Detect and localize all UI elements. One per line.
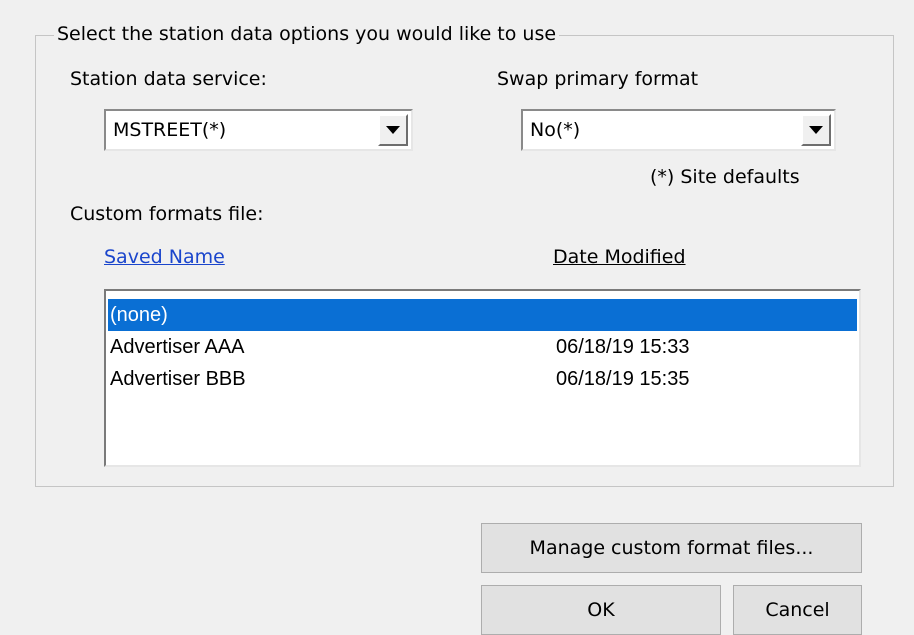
station-service-dropdown-button[interactable] [378, 114, 408, 146]
list-item[interactable]: Advertiser AAA 06/18/19 15:33 [108, 331, 857, 363]
chevron-down-icon [386, 125, 400, 134]
station-service-dropdown[interactable]: MSTREET(*) [104, 109, 413, 151]
station-service-value: MSTREET(*) [113, 119, 227, 141]
swap-format-value: No(*) [530, 119, 581, 141]
swap-format-dropdown-button[interactable] [801, 114, 831, 146]
custom-formats-label: Custom formats file: [70, 203, 264, 225]
swap-format-label: Swap primary format [497, 68, 699, 90]
list-item[interactable]: (none) [108, 299, 857, 331]
station-service-label: Station data service: [70, 68, 267, 90]
custom-formats-list[interactable]: (none) Advertiser AAA 06/18/19 15:33 Adv… [104, 289, 861, 467]
swap-format-dropdown[interactable]: No(*) [521, 109, 836, 151]
list-item-name: Advertiser BBB [110, 368, 246, 390]
list-item-date: 06/18/19 15:35 [556, 368, 690, 390]
groupbox-title: Select the station data options you woul… [54, 22, 560, 46]
chevron-down-icon [809, 125, 823, 134]
site-defaults-note: (*) Site defaults [650, 166, 800, 188]
manage-custom-format-files-button[interactable]: Manage custom format files... [481, 523, 862, 573]
list-item-name: Advertiser AAA [110, 336, 245, 358]
column-header-saved-name[interactable]: Saved Name [104, 244, 225, 270]
ok-button[interactable]: OK [481, 585, 721, 635]
list-item-name: (none) [110, 304, 168, 326]
list-item[interactable]: Advertiser BBB 06/18/19 15:35 [108, 363, 857, 395]
column-header-date-modified[interactable]: Date Modified [553, 244, 686, 270]
list-item-date: 06/18/19 15:33 [556, 336, 690, 358]
cancel-button[interactable]: Cancel [733, 585, 862, 635]
